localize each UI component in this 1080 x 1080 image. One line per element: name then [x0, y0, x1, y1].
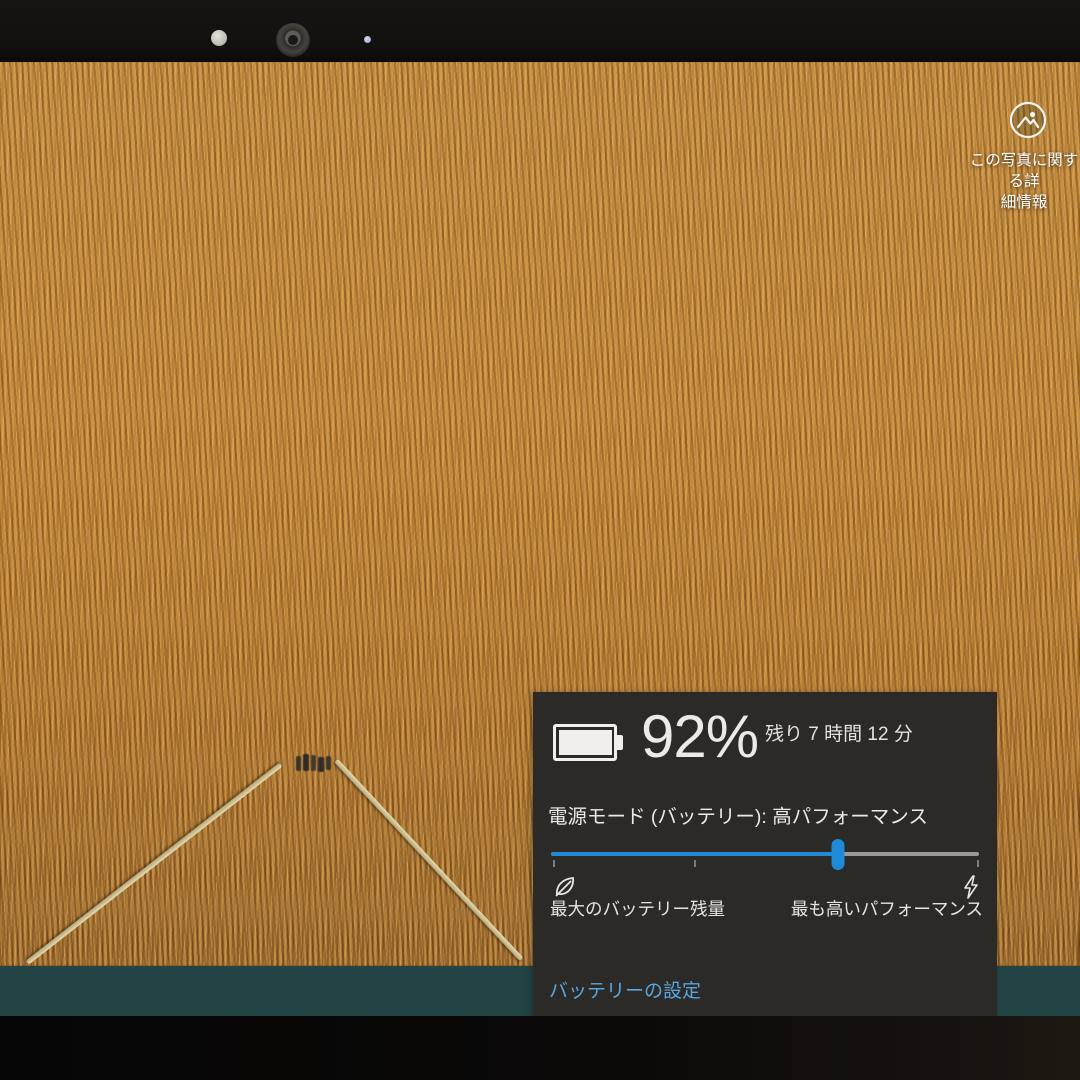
battery-large-icon	[553, 724, 617, 761]
slider-left-label: 最大のバッテリー残量	[550, 896, 725, 921]
power-slider-handle[interactable]	[831, 839, 844, 870]
battery-settings-link[interactable]: バッテリーの設定	[549, 976, 701, 1003]
battery-remaining: 残り 7 時間 12 分	[765, 719, 913, 746]
bottom-bezel	[0, 1016, 1080, 1080]
slider-right-label: 最も高いパフォーマンス	[791, 896, 983, 921]
tablet-device: この写真に関する詳 細情報 92% 残り 7 時間 12 分 電源モード (バッ…	[0, 0, 1080, 1080]
photo-info-icon[interactable]	[1008, 100, 1080, 140]
power-slider-fill	[551, 852, 838, 856]
person-silhouette	[311, 755, 316, 771]
power-mode-label: 電源モード (バッテリー): 高パフォーマンス	[548, 800, 928, 829]
battery-percent: 92%	[641, 702, 758, 771]
screen: この写真に関する詳 細情報 92% 残り 7 時間 12 分 電源モード (バッ…	[0, 62, 1080, 1016]
spotlight-text-line1[interactable]: この写真に関する詳	[968, 150, 1080, 192]
person-silhouette	[296, 756, 301, 771]
top-bezel	[0, 0, 1080, 62]
battery-flyout: 92% 残り 7 時間 12 分 電源モード (バッテリー): 高パフォーマンス	[533, 692, 997, 1016]
person-silhouette	[303, 754, 309, 771]
spotlight-widget: この写真に関する詳 細情報	[968, 100, 1080, 213]
spotlight-text-line2[interactable]: 細情報	[968, 192, 1080, 213]
person-silhouette	[326, 756, 331, 770]
ir-sensor-dot	[211, 30, 227, 46]
person-silhouette	[318, 757, 324, 772]
slider-tick	[553, 860, 555, 867]
camera-led-dot	[364, 36, 371, 43]
battery-large-fill	[559, 730, 612, 755]
slider-tick	[977, 860, 979, 867]
front-camera-lens	[276, 23, 310, 57]
power-slider[interactable]	[551, 838, 979, 872]
slider-tick	[694, 860, 696, 867]
